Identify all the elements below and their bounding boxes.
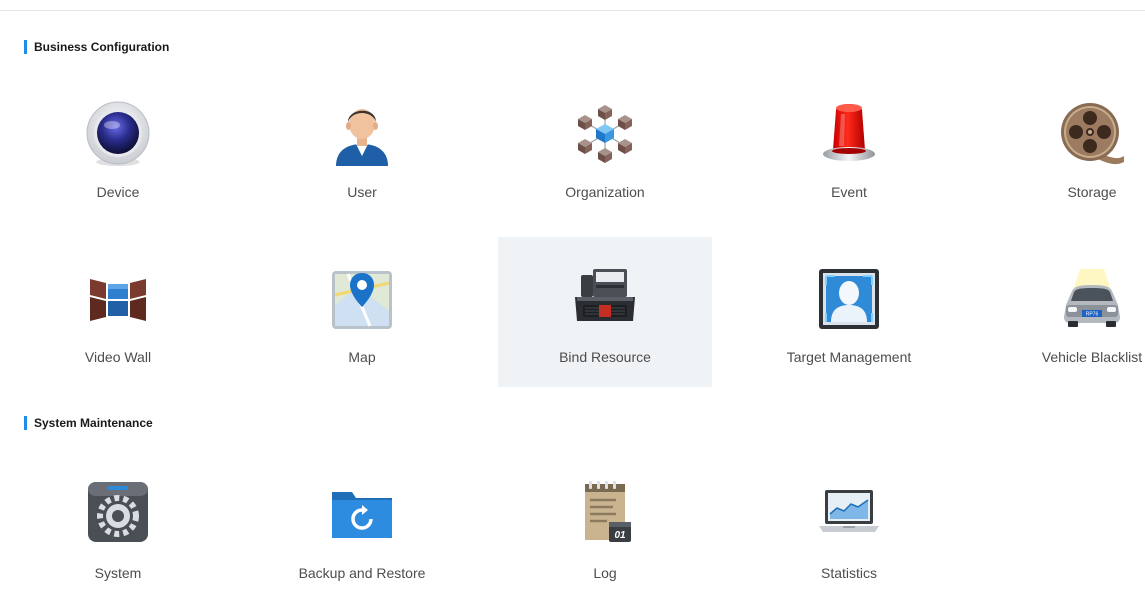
- backup-folder-icon: [332, 492, 392, 538]
- tile-target-management[interactable]: Target Management: [742, 237, 956, 387]
- tile-user[interactable]: User: [255, 72, 469, 222]
- tile-label: Device: [96, 184, 140, 200]
- organization-icon: [578, 105, 632, 163]
- tile-storage[interactable]: Storage: [985, 72, 1145, 222]
- video-wall-icon: [90, 279, 146, 321]
- top-divider: [0, 10, 1145, 11]
- license-plate-text: RP76: [1086, 312, 1099, 318]
- tile-label: System: [94, 565, 142, 581]
- tile-label: Target Management: [786, 349, 912, 365]
- section-title-business-configuration: Business Configuration: [24, 40, 169, 54]
- tile-label: Statistics: [820, 565, 877, 581]
- tile-statistics[interactable]: Statistics: [742, 458, 956, 608]
- tile-map[interactable]: Map: [255, 237, 469, 387]
- tile-label: Vehicle Blacklist: [1041, 349, 1143, 365]
- tile-event[interactable]: Event: [742, 72, 956, 222]
- statistics-laptop-icon: [819, 490, 879, 532]
- tile-bind-resource[interactable]: Bind Resource: [498, 237, 712, 387]
- film-reel-icon: [1061, 103, 1124, 165]
- tile-system[interactable]: System: [11, 458, 225, 608]
- tile-label: Video Wall: [84, 349, 152, 365]
- tile-backup-and-restore[interactable]: Backup and Restore: [255, 458, 469, 608]
- vehicle-icon: RP76: [1064, 269, 1120, 327]
- section-title-system-maintenance: System Maintenance: [24, 416, 153, 430]
- tile-label: Log: [593, 565, 617, 581]
- user-icon: [336, 109, 388, 166]
- target-face-icon: [819, 269, 879, 329]
- tile-label: Storage: [1067, 184, 1117, 200]
- tile-label: Backup and Restore: [298, 565, 426, 581]
- tile-label: Map: [348, 349, 376, 365]
- alarm-light-icon: [823, 104, 875, 161]
- tile-device[interactable]: Device: [11, 72, 225, 222]
- tile-organization[interactable]: Organization: [498, 72, 712, 222]
- bind-resource-icon: [575, 269, 635, 321]
- log-notepad-icon: 01: [585, 481, 631, 542]
- log-date-badge: 01: [614, 530, 626, 541]
- map-pin-icon: [332, 271, 392, 329]
- device-camera-icon: [86, 101, 150, 166]
- tile-label: User: [347, 184, 377, 200]
- tile-video-wall[interactable]: Video Wall: [11, 237, 225, 387]
- tile-vehicle-blacklist[interactable]: RP76 Vehicle Blacklist: [985, 237, 1145, 387]
- system-gear-icon: [88, 482, 148, 542]
- tile-log[interactable]: 01 Log: [498, 458, 712, 608]
- tile-label: Bind Resource: [559, 349, 651, 365]
- tile-label: Event: [831, 184, 867, 200]
- tile-label: Organization: [565, 184, 645, 200]
